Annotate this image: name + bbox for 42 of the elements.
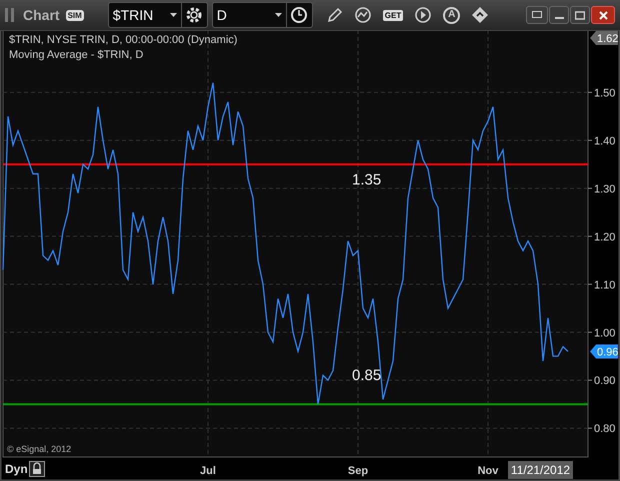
minimize-button[interactable] [549, 6, 569, 24]
copyright-text: © eSignal, 2012 [7, 444, 72, 454]
pencil-icon[interactable] [326, 7, 343, 23]
axis-label: Nov [478, 465, 498, 477]
lock-icon [29, 461, 45, 477]
price-tag: 0.96 [590, 344, 618, 358]
threshold-label: 0.85 [352, 367, 382, 384]
minimize-icon [554, 17, 564, 19]
play-icon[interactable] [414, 6, 432, 24]
close-button[interactable] [591, 6, 615, 24]
axis-label: Sep [348, 465, 368, 477]
legend-text: $TRIN, NYSE TRIN, D, 00:00-00:00 (Dynamic) [9, 34, 238, 46]
close-icon [598, 10, 608, 20]
curve-icon[interactable] [354, 6, 372, 24]
axis-label: 1.40 [594, 135, 616, 148]
caret-icon [274, 13, 282, 17]
restore-button[interactable] [526, 6, 548, 24]
alert-button[interactable]: A [443, 6, 460, 24]
axis-label: 1.10 [594, 279, 616, 292]
maximize-button[interactable] [570, 6, 590, 24]
get-button[interactable]: GET [382, 10, 404, 20]
axis-label: 1.20 [594, 231, 616, 244]
window-icon [532, 11, 542, 19]
axis-label: 1.00 [594, 327, 616, 340]
axis-label: 1.50 [594, 87, 616, 100]
threshold-label: 1.35 [352, 171, 382, 188]
price-tag: 1.62 [590, 31, 618, 45]
clock-icon [290, 6, 308, 24]
maximize-icon [575, 10, 585, 20]
axis-label: Jul [200, 465, 216, 477]
mode-label: Dyn [5, 462, 28, 476]
sim-badge: SIM [66, 10, 84, 20]
legend-text: Moving Average - $TRIN, D [9, 49, 144, 61]
axis-label: 1.30 [594, 183, 616, 196]
date-label: 11/21/2012 [508, 461, 573, 479]
caret-icon [170, 13, 177, 17]
axis-label: 0.80 [594, 423, 616, 436]
link-icon[interactable] [471, 6, 490, 24]
axis-label: 0.90 [594, 375, 616, 388]
grip-icon[interactable] [5, 8, 15, 22]
window-title: Chart [23, 6, 60, 24]
settings-icon [185, 6, 204, 24]
